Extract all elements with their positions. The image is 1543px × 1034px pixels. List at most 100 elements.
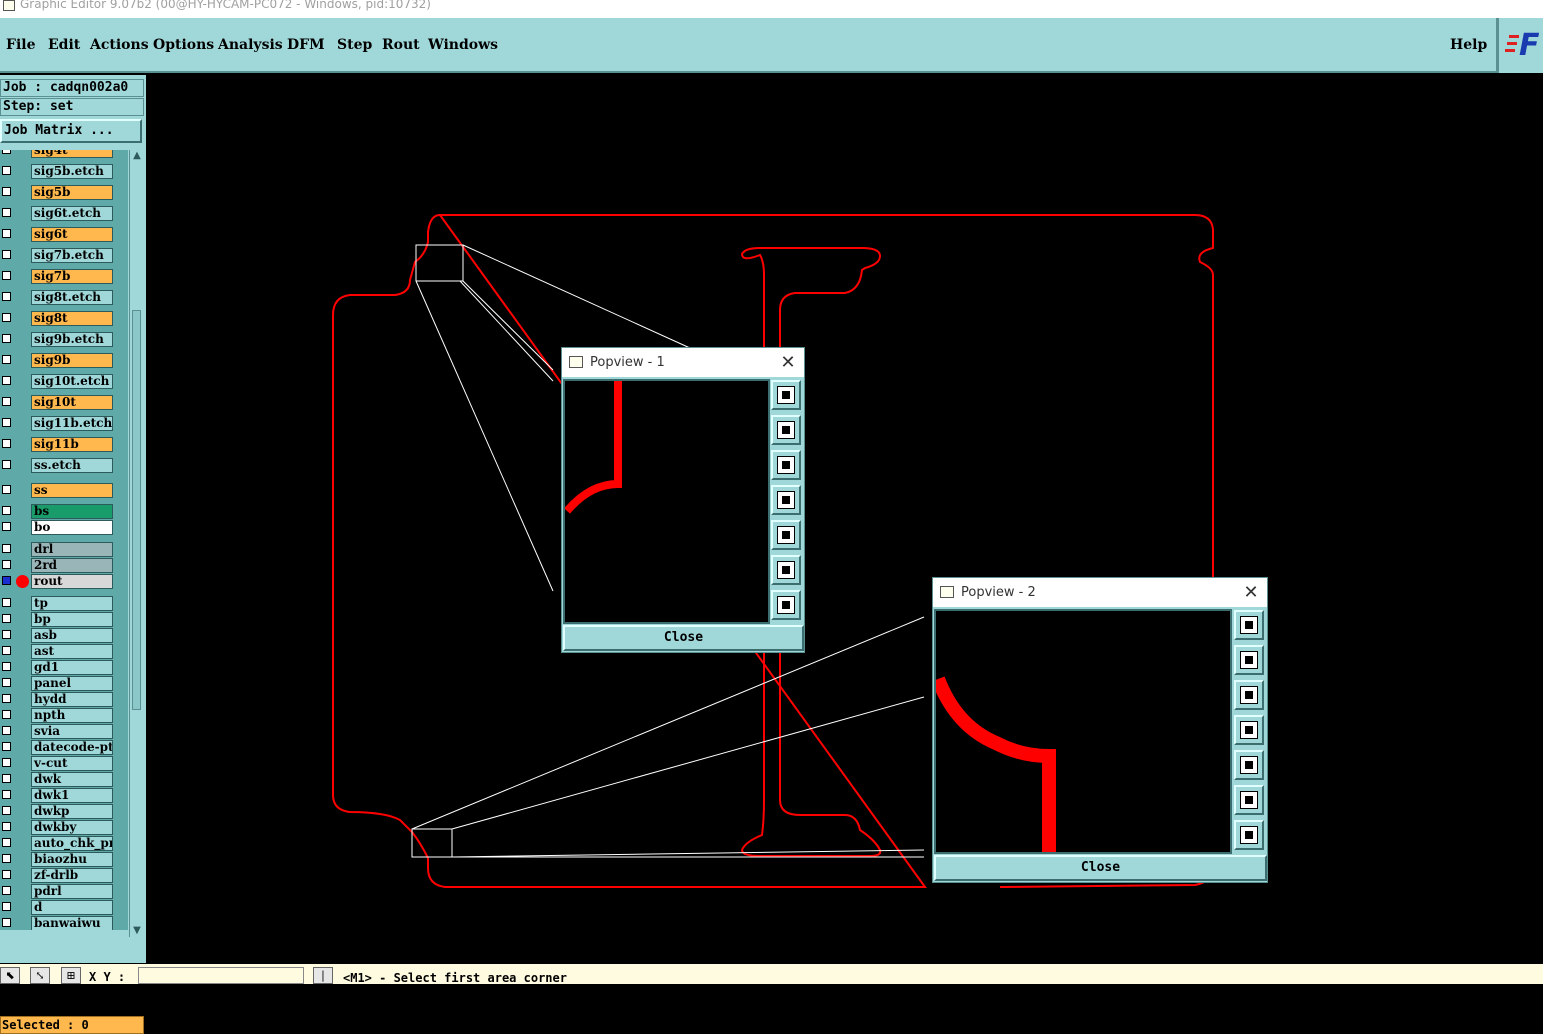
xy-input[interactable] <box>138 967 304 984</box>
layer-checkbox[interactable] <box>2 250 11 259</box>
layer-checkbox[interactable] <box>2 774 11 783</box>
scroll-thumb[interactable] <box>132 310 141 710</box>
popview-2-viewport[interactable] <box>934 609 1232 854</box>
layer-row[interactable]: sig7b.etch <box>0 248 128 263</box>
layer-checkbox[interactable] <box>2 646 11 655</box>
layer-checkbox[interactable] <box>2 229 11 238</box>
popview-2-titlebar[interactable]: Popview - 2 ✕ <box>933 578 1267 607</box>
graphic-canvas[interactable] <box>146 75 1543 964</box>
popview-1-titlebar[interactable]: Popview - 1 ✕ <box>562 348 804 377</box>
menu-help[interactable]: Help <box>1450 37 1487 53</box>
pan-right-icon[interactable] <box>1234 750 1264 780</box>
layer-row[interactable]: sig10t <box>0 395 128 410</box>
layer-checkbox[interactable] <box>2 506 11 515</box>
layer-checkbox[interactable] <box>2 544 11 553</box>
layer-name[interactable]: sig7b.etch <box>31 248 113 263</box>
menu-analysis[interactable]: Analysis <box>218 37 283 53</box>
layer-name[interactable]: sig5b <box>31 185 113 200</box>
layer-checkbox[interactable] <box>2 758 11 767</box>
layer-checkbox[interactable] <box>2 313 11 322</box>
layer-row[interactable]: gd1 <box>0 660 128 675</box>
layer-checkbox[interactable] <box>2 806 11 815</box>
layer-name[interactable]: sig8t <box>31 311 113 326</box>
menu-edit[interactable]: Edit <box>48 37 80 53</box>
pan-down-icon[interactable] <box>771 450 801 480</box>
layer-checkbox[interactable] <box>2 208 11 217</box>
layer-row[interactable]: auto_chk_pnl <box>0 836 128 851</box>
layer-row[interactable]: dwk1 <box>0 788 128 803</box>
layer-row[interactable]: dwkp <box>0 804 128 819</box>
layer-checkbox[interactable] <box>2 918 11 927</box>
layer-checkbox[interactable] <box>2 598 11 607</box>
layer-name[interactable]: bo <box>31 520 113 535</box>
layer-name[interactable]: sig11b.etch <box>31 416 113 431</box>
layer-name[interactable]: v-cut <box>31 756 113 771</box>
pan-down-icon[interactable] <box>1234 680 1264 710</box>
layer-name[interactable]: zf-drlb <box>31 868 113 883</box>
layer-name[interactable]: panel <box>31 676 113 691</box>
layer-name[interactable]: d <box>31 900 113 915</box>
layer-row[interactable]: banwaiwu <box>0 916 128 930</box>
layer-name[interactable]: sig8t.etch <box>31 290 113 305</box>
scroll-down-icon[interactable]: ▼ <box>131 925 143 937</box>
layer-name[interactable]: dwkp <box>31 804 113 819</box>
layer-checkbox[interactable] <box>2 870 11 879</box>
layer-name[interactable]: sig9b.etch <box>31 332 113 347</box>
layer-row[interactable]: sig8t <box>0 311 128 326</box>
layer-row[interactable]: ast <box>0 644 128 659</box>
layer-row[interactable]: sig6t <box>0 227 128 242</box>
layer-row[interactable]: sig10t.etch <box>0 374 128 389</box>
snap-mode-icon[interactable]: ⤡ <box>30 967 50 984</box>
layer-checkbox[interactable] <box>2 522 11 531</box>
layer-name[interactable]: hydd <box>31 692 113 707</box>
layer-name[interactable]: datecode-pte <box>31 740 113 755</box>
layer-name[interactable]: dwk1 <box>31 788 113 803</box>
layer-checkbox[interactable] <box>2 355 11 364</box>
layer-name[interactable]: biaozhu <box>31 852 113 867</box>
layer-name[interactable]: sig10t.etch <box>31 374 113 389</box>
layer-checkbox[interactable] <box>2 292 11 301</box>
select-mode-icon[interactable]: ⬉ <box>0 967 20 984</box>
layer-row[interactable]: sig11b <box>0 437 128 452</box>
job-matrix-button[interactable]: Job Matrix ... <box>0 119 142 143</box>
layer-row[interactable]: sig6t.etch <box>0 206 128 221</box>
layer-row[interactable]: v-cut <box>0 756 128 771</box>
layer-checkbox[interactable] <box>2 742 11 751</box>
layer-row[interactable]: sig8t.etch <box>0 290 128 305</box>
pan-up-icon[interactable] <box>1234 645 1264 675</box>
layer-row[interactable]: dwkby <box>0 820 128 835</box>
layer-checkbox[interactable] <box>2 187 11 196</box>
layer-checkbox[interactable] <box>2 838 11 847</box>
layer-checkbox[interactable] <box>2 460 11 469</box>
layer-name[interactable]: drl <box>31 542 113 557</box>
close-icon[interactable]: ✕ <box>1241 578 1261 607</box>
layer-row[interactable]: tp <box>0 596 128 611</box>
layer-name[interactable]: sig6t <box>31 227 113 242</box>
layer-name[interactable]: ss <box>31 483 113 498</box>
layer-row[interactable]: biaozhu <box>0 852 128 867</box>
layer-row[interactable]: sig4t <box>0 150 128 158</box>
layer-row[interactable]: 2rd <box>0 558 128 573</box>
layer-row[interactable]: bo <box>0 520 128 535</box>
layer-name[interactable]: dwk <box>31 772 113 787</box>
menu-windows[interactable]: Windows <box>428 37 498 53</box>
close-icon[interactable]: ✕ <box>778 348 798 377</box>
menu-file[interactable]: File <box>6 37 35 53</box>
popview-1-close-button[interactable]: Close <box>563 625 804 651</box>
layer-row[interactable]: d <box>0 900 128 915</box>
menu-step[interactable]: Step <box>337 37 372 53</box>
layer-name[interactable]: banwaiwu <box>31 916 113 930</box>
layer-row[interactable]: sig9b.etch <box>0 332 128 347</box>
layer-name[interactable]: dwkby <box>31 820 113 835</box>
layer-name[interactable]: bp <box>31 612 113 627</box>
pan-left-icon[interactable] <box>1234 715 1264 745</box>
layer-checkbox[interactable] <box>2 576 11 585</box>
layer-checkbox[interactable] <box>2 822 11 831</box>
layer-row[interactable]: sig5b.etch <box>0 164 128 179</box>
layer-row[interactable]: panel <box>0 676 128 691</box>
layer-checkbox[interactable] <box>2 694 11 703</box>
layer-name[interactable]: ss.etch <box>31 458 113 473</box>
layer-name[interactable]: tp <box>31 596 113 611</box>
pan-left-icon[interactable] <box>771 485 801 515</box>
layer-name[interactable]: sig5b.etch <box>31 164 113 179</box>
